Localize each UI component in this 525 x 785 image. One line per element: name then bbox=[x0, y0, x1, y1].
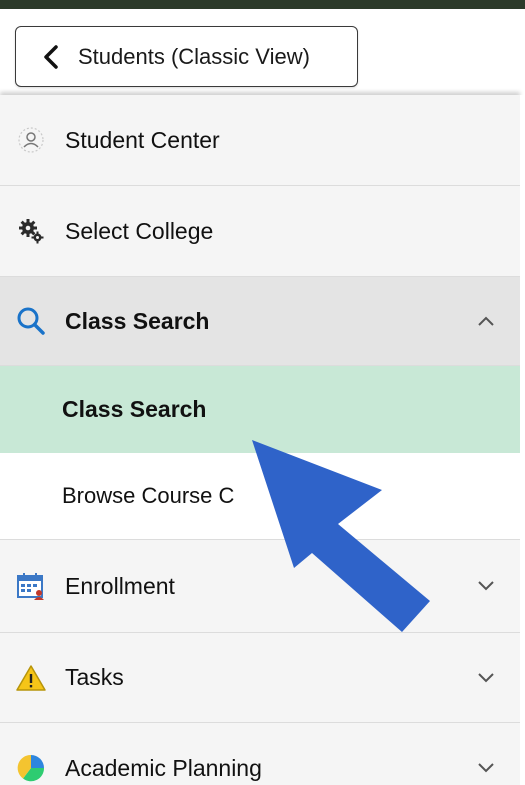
menu-item-label: Class Search bbox=[65, 307, 210, 334]
submenu-item-class-search[interactable]: Class Search bbox=[0, 366, 520, 453]
menu-item-label: Tasks bbox=[65, 664, 124, 690]
menu-right-edge bbox=[520, 95, 525, 785]
menu-item-label: Select College bbox=[65, 217, 214, 244]
menu-item-label: Academic Planning bbox=[65, 754, 262, 781]
calendar-icon bbox=[13, 568, 49, 604]
search-icon bbox=[13, 303, 49, 339]
menu-item-student-center[interactable]: Student Center bbox=[0, 95, 520, 186]
gears-icon bbox=[13, 213, 49, 249]
submenu-item-label: Browse Course C bbox=[62, 483, 235, 508]
pie-chart-icon bbox=[13, 750, 49, 785]
student-center-icon bbox=[13, 122, 49, 158]
submenu-item-browse-course-catalog[interactable]: Browse Course C bbox=[0, 453, 520, 540]
chevron-left-icon bbox=[36, 42, 66, 72]
menu-item-tasks[interactable]: Tasks bbox=[0, 633, 520, 723]
side-menu: Student Center Select College Class Sear… bbox=[0, 95, 520, 785]
submenu-item-label: Class Search bbox=[62, 396, 207, 422]
menu-item-academic-planning[interactable]: Academic Planning bbox=[0, 723, 520, 785]
menu-item-label: Enrollment bbox=[65, 572, 175, 599]
back-button-label: Students (Classic View) bbox=[78, 43, 310, 69]
menu-item-label: Student Center bbox=[65, 126, 220, 153]
chevron-down-icon[interactable] bbox=[474, 666, 498, 690]
chevron-up-icon[interactable] bbox=[474, 309, 498, 333]
menu-item-class-search[interactable]: Class Search bbox=[0, 277, 520, 366]
menu-item-enrollment[interactable]: Enrollment bbox=[0, 540, 520, 633]
menu-item-select-college[interactable]: Select College bbox=[0, 186, 520, 277]
back-button[interactable]: Students (Classic View) bbox=[15, 26, 358, 87]
chevron-down-icon[interactable] bbox=[474, 756, 498, 780]
chevron-down-icon[interactable] bbox=[474, 574, 498, 598]
top-bar bbox=[0, 0, 525, 9]
header: Students (Classic View) bbox=[0, 9, 525, 95]
warning-icon bbox=[13, 660, 49, 696]
